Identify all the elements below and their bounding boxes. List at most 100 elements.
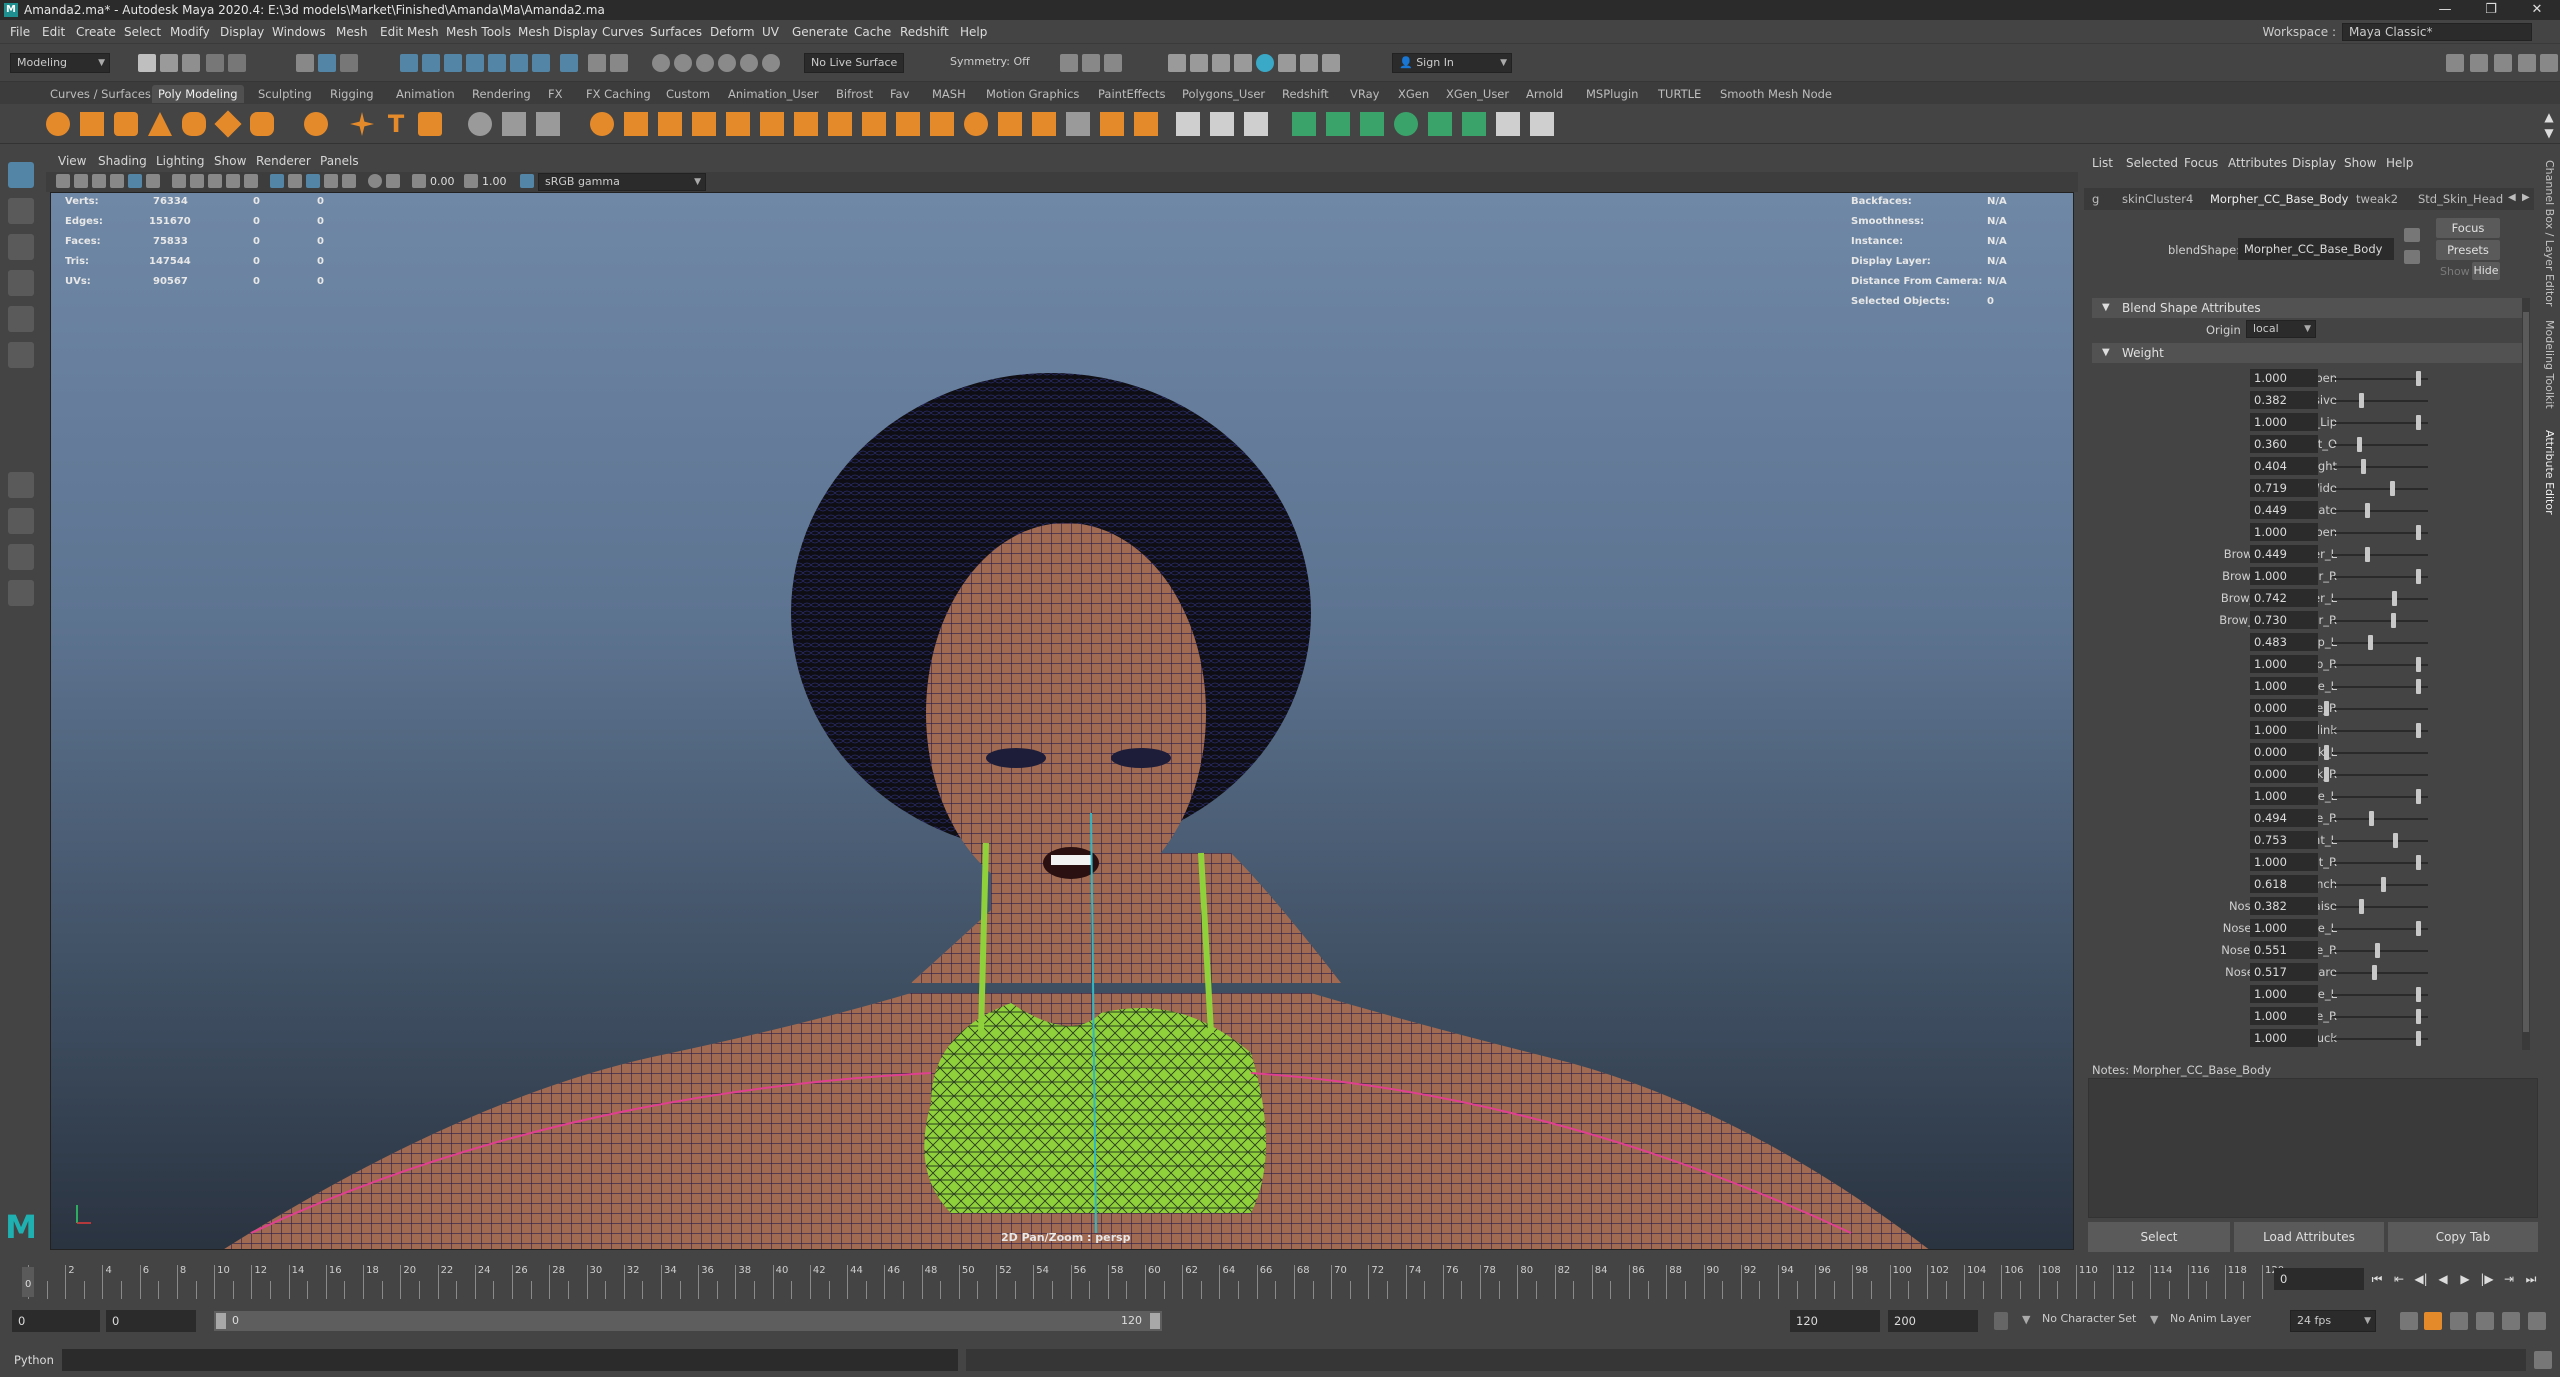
bookmark-icon[interactable] bbox=[92, 174, 106, 188]
weight-value-field[interactable]: 0.000 bbox=[2250, 765, 2318, 783]
command-language-label[interactable]: Python bbox=[14, 1353, 54, 1367]
multi-cut-icon[interactable] bbox=[1176, 112, 1200, 136]
weight-slider-handle[interactable] bbox=[2416, 1009, 2421, 1024]
fill-hole-icon[interactable] bbox=[760, 112, 784, 136]
select-tool-icon[interactable] bbox=[8, 162, 34, 188]
weight-slider-handle[interactable] bbox=[2416, 569, 2421, 584]
notes-textarea[interactable] bbox=[2088, 1078, 2538, 1218]
weight-value-field[interactable]: 0.551 bbox=[2250, 941, 2318, 959]
weight-slider-track[interactable] bbox=[2332, 422, 2428, 424]
anim-layer-dropdown[interactable]: No Anim Layer bbox=[2164, 1310, 2274, 1330]
weight-slider-handle[interactable] bbox=[2380, 877, 2386, 892]
mask-face-icon[interactable] bbox=[444, 54, 462, 72]
weight-slider-track[interactable] bbox=[2332, 400, 2428, 402]
select-component-icon[interactable] bbox=[340, 54, 358, 72]
quadrangulate-icon[interactable] bbox=[1100, 112, 1124, 136]
reduce-icon[interactable] bbox=[1134, 112, 1158, 136]
weight-value-field[interactable]: 0.000 bbox=[2250, 743, 2318, 761]
shelf-tab-fx[interactable]: FX bbox=[542, 85, 569, 103]
weight-slider-track[interactable] bbox=[2332, 928, 2428, 930]
anti-aliasing-icon[interactable] bbox=[342, 174, 356, 188]
character-icon[interactable] bbox=[2528, 1312, 2546, 1330]
open-scene-icon[interactable] bbox=[160, 54, 178, 72]
image-plane-icon[interactable] bbox=[110, 174, 124, 188]
weight-value-field[interactable]: 1.000 bbox=[2250, 721, 2318, 739]
weight-value-field[interactable]: 0.449 bbox=[2250, 545, 2318, 563]
xray-joints-icon[interactable] bbox=[386, 174, 400, 188]
planar-mapping-icon[interactable] bbox=[1292, 112, 1316, 136]
weight-slider-handle[interactable] bbox=[2368, 635, 2374, 650]
ae-tab-skincluster4[interactable]: skinCluster4 bbox=[2122, 192, 2193, 206]
weight-slider-handle[interactable] bbox=[2391, 613, 2397, 628]
weight-slider-handle[interactable] bbox=[2359, 393, 2365, 408]
wireframe-on-shaded-icon[interactable] bbox=[208, 174, 222, 188]
shelf-tab-redshift[interactable]: Redshift bbox=[1276, 85, 1335, 103]
weight-slider-track[interactable] bbox=[2332, 466, 2428, 468]
fps-dropdown[interactable]: 24 fps ▼ bbox=[2290, 1310, 2376, 1332]
focus-button[interactable]: Focus bbox=[2436, 218, 2500, 238]
shelf-tab-rendering[interactable]: Rendering bbox=[466, 85, 537, 103]
weight-value-field[interactable]: 0.753 bbox=[2250, 831, 2318, 849]
use-all-lights-icon[interactable] bbox=[270, 174, 284, 188]
menu-edit[interactable]: Edit bbox=[42, 25, 65, 39]
lock-selection-icon[interactable] bbox=[588, 54, 606, 72]
command-input[interactable] bbox=[62, 1349, 958, 1371]
origin-dropdown[interactable]: local ▼ bbox=[2246, 320, 2316, 338]
weight-slider-handle[interactable] bbox=[2416, 921, 2421, 936]
exposure-value[interactable]: 0.00 bbox=[430, 175, 455, 188]
poly-cone-icon[interactable] bbox=[148, 112, 172, 136]
shelf-scroll-down-icon[interactable]: ▼ bbox=[2540, 124, 2558, 142]
lasso-tool-icon[interactable] bbox=[8, 198, 34, 224]
weight-value-field[interactable]: 1.000 bbox=[2250, 1029, 2318, 1047]
weight-slider-track[interactable] bbox=[2332, 906, 2428, 908]
shelf-tab-animation[interactable]: Animation bbox=[390, 85, 461, 103]
animation-end-field[interactable]: 200 bbox=[1888, 1310, 1978, 1332]
weight-slider-handle[interactable] bbox=[2369, 811, 2375, 826]
menu-file[interactable]: File bbox=[10, 25, 30, 39]
range-bar[interactable]: 0 120 bbox=[214, 1311, 1162, 1331]
weight-slider-track[interactable] bbox=[2332, 972, 2428, 974]
bevel-icon[interactable] bbox=[726, 112, 750, 136]
poly-cylinder-icon[interactable] bbox=[114, 112, 138, 136]
gamma-icon[interactable] bbox=[464, 174, 478, 188]
shelf-tab-msplugin[interactable]: MSPlugin bbox=[1580, 85, 1644, 103]
weight-slider-handle[interactable] bbox=[2416, 987, 2421, 1002]
outliner-layout-icon[interactable] bbox=[8, 580, 34, 606]
weight-slider-handle[interactable] bbox=[2416, 679, 2421, 694]
weight-slider-handle[interactable] bbox=[2357, 437, 2363, 452]
weight-value-field[interactable]: 0.483 bbox=[2250, 633, 2318, 651]
node-name-field[interactable]: Morpher_CC_Base_Body bbox=[2238, 238, 2394, 260]
snap-point-icon[interactable] bbox=[696, 54, 714, 72]
menu-edit-mesh[interactable]: Edit Mesh bbox=[380, 25, 439, 39]
weight-value-field[interactable]: 1.000 bbox=[2250, 413, 2318, 431]
menu-generate[interactable]: Generate bbox=[792, 25, 848, 39]
perspective-viewport[interactable]: Verts: 76334 0 0 Edges: 151670 0 0 Faces: 75833… bbox=[50, 192, 2074, 1250]
ipr-render-icon[interactable] bbox=[1212, 54, 1230, 72]
ae-menu-help[interactable]: Help bbox=[2386, 156, 2413, 170]
workspace-selector[interactable]: Workspace : Maya Classic* bbox=[2263, 23, 2532, 41]
select-button[interactable]: Select bbox=[2088, 1222, 2230, 1252]
load-attributes-button[interactable]: Load Attributes bbox=[2234, 1222, 2384, 1252]
save-scene-icon[interactable] bbox=[182, 54, 200, 72]
play-backward-icon[interactable]: ◀ bbox=[2434, 1270, 2452, 1288]
weight-slider-handle[interactable] bbox=[2416, 371, 2421, 386]
weight-slider-track[interactable] bbox=[2332, 1038, 2428, 1040]
weight-value-field[interactable]: 0.382 bbox=[2250, 897, 2318, 915]
ae-menu-attributes[interactable]: Attributes bbox=[2228, 156, 2287, 170]
shelf-tab-xgen-user[interactable]: XGen_User bbox=[1440, 85, 1515, 103]
shelf-tab-rigging[interactable]: Rigging bbox=[324, 85, 380, 103]
viewport-menu-view[interactable]: View bbox=[58, 154, 86, 168]
close-button[interactable]: ✕ bbox=[2514, 0, 2560, 20]
weight-slider-track[interactable] bbox=[2332, 620, 2428, 622]
hide-button[interactable]: Hide bbox=[2472, 262, 2500, 280]
weight-value-field[interactable]: 0.730 bbox=[2250, 611, 2318, 629]
sign-in-dropdown[interactable]: 👤 Sign In ▼ bbox=[1392, 53, 1512, 73]
menu-surfaces[interactable]: Surfaces bbox=[650, 25, 702, 39]
snap-curve-icon[interactable] bbox=[674, 54, 692, 72]
menu-select[interactable]: Select bbox=[124, 25, 161, 39]
weight-value-field[interactable]: 1.000 bbox=[2250, 523, 2318, 541]
weight-slider-track[interactable] bbox=[2332, 576, 2428, 578]
four-view-layout-icon[interactable] bbox=[8, 508, 34, 534]
weight-slider-handle[interactable] bbox=[2359, 899, 2365, 914]
tab-scroll-left-icon[interactable]: ◀ bbox=[2508, 192, 2516, 203]
